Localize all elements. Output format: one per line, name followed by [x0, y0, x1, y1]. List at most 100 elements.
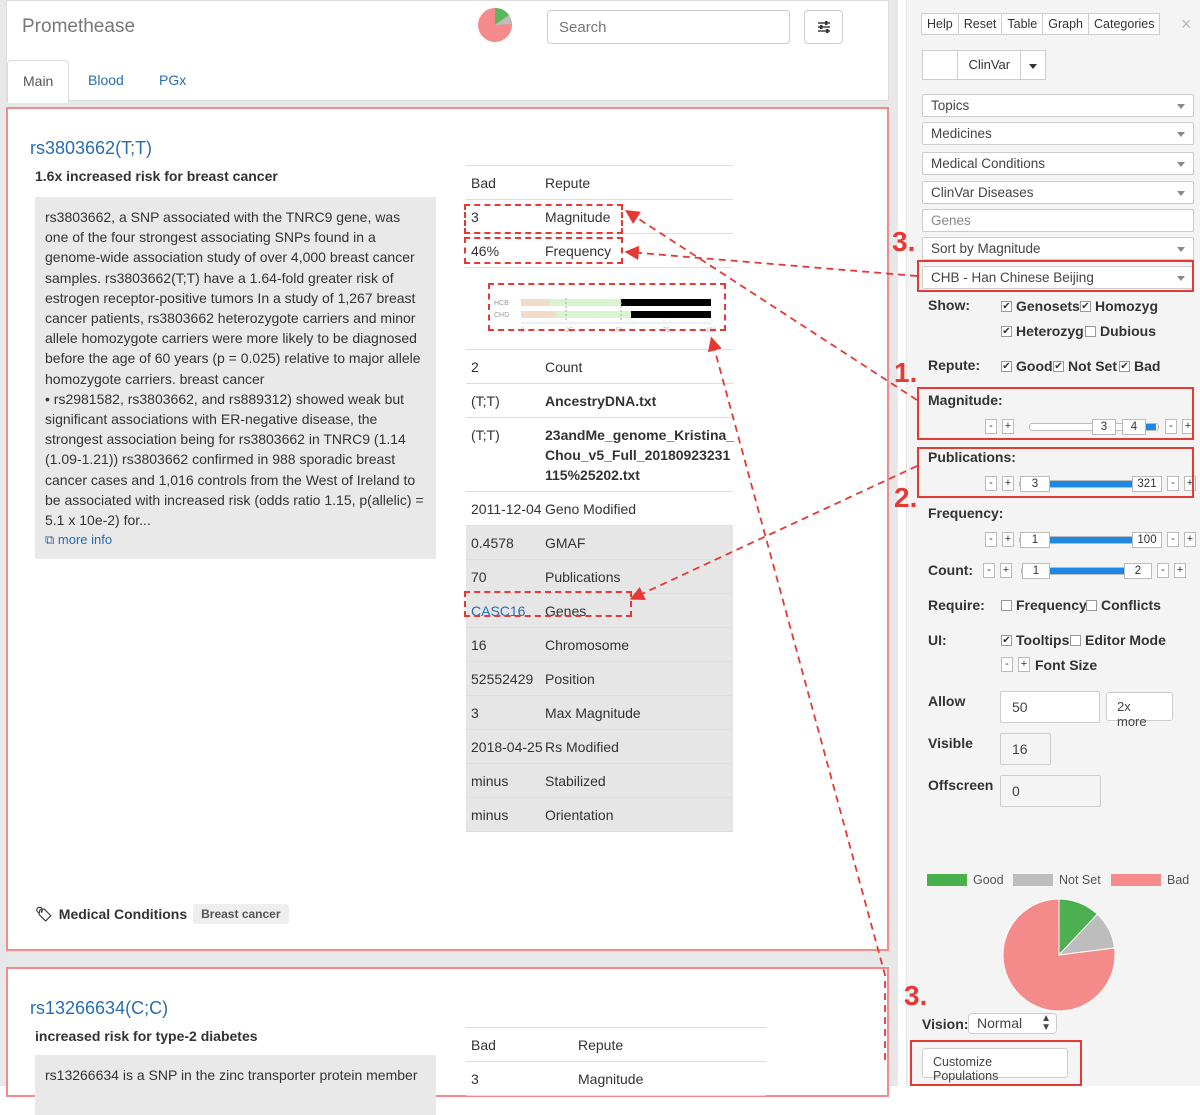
snp-card: rs13266634(C;C) increased risk for type-… — [6, 967, 889, 1115]
graph-button[interactable]: Graph — [1042, 13, 1090, 35]
count-track[interactable]: 1 2 — [1021, 562, 1152, 579]
settings-button[interactable] — [804, 10, 843, 44]
more-info-label: more info — [57, 532, 113, 548]
repute-notset-checkbox[interactable]: ✔ Not Set — [1053, 358, 1117, 374]
cell-key: Publications — [545, 569, 621, 585]
filter-all-button[interactable]: All — [922, 50, 959, 80]
require-frequency-checkbox[interactable]: Frequency — [1001, 597, 1087, 613]
snp-title[interactable]: rs3803662(T;T) — [30, 138, 152, 159]
tag-row: 🏷 Medical Conditions Breast cancer — [35, 904, 289, 924]
font-increase-button[interactable]: + — [1018, 657, 1030, 672]
checkbox-unchecked-icon — [1070, 634, 1081, 646]
tab-blood[interactable]: Blood — [73, 60, 139, 102]
frequency-track[interactable]: 1 100 — [1019, 531, 1162, 548]
annotation-box-frequency — [464, 237, 623, 264]
table-row: Bad Repute — [466, 1028, 766, 1062]
filter-clinvar-button[interactable]: ClinVar — [957, 50, 1022, 80]
increment-button[interactable]: + — [1000, 563, 1012, 578]
cell-key: Rs Modified — [545, 739, 619, 755]
show-homozyg-checkbox[interactable]: ✔ Homozyg — [1080, 298, 1158, 314]
snp-summary: rs3803662, a SNP associated with the TNR… — [35, 197, 436, 559]
dropdown-label: Medicines — [931, 126, 992, 141]
search-input[interactable] — [547, 10, 790, 44]
topics-dropdown[interactable]: Topics — [922, 94, 1194, 117]
sliders-icon — [817, 21, 830, 33]
tag-breast-cancer[interactable]: Breast cancer — [193, 904, 289, 924]
show-dubious-checkbox[interactable]: Dubious — [1085, 323, 1156, 339]
clinvar-diseases-dropdown[interactable]: ClinVar Diseases — [922, 181, 1194, 204]
table-button[interactable]: Table — [1001, 13, 1044, 35]
count-slider[interactable]: - + 1 2 - + — [983, 562, 1191, 579]
ui-tooltips-checkbox[interactable]: ✔ Tooltips — [1001, 632, 1069, 648]
allow-input[interactable]: 50 — [1000, 691, 1100, 723]
tag-category-label: Medical Conditions — [58, 906, 188, 922]
more-button[interactable]: 2x more — [1106, 692, 1173, 729]
chevron-down-icon — [1177, 104, 1185, 109]
categories-button[interactable]: Categories — [1088, 13, 1161, 35]
increment-button[interactable]: + — [1174, 563, 1186, 578]
frequency-slider[interactable]: - + 1 100 - + — [985, 531, 1200, 548]
reset-button[interactable]: Reset — [957, 13, 1003, 35]
tab-pgx[interactable]: PGx — [144, 60, 201, 102]
checkbox-label: Editor Mode — [1085, 632, 1166, 648]
checkbox-checked-icon: ✔ — [1001, 325, 1012, 337]
help-button[interactable]: Help — [921, 13, 959, 35]
top-navbar: Promethease Main Blood PGx — [6, 0, 889, 103]
frequency-label: Frequency: — [928, 505, 1004, 521]
summary-text-2: • rs2981582, rs3803662, and rs889312) sh… — [45, 390, 424, 529]
table-row: (T;T) 23andMe_genome_Kristina_ Chou_v5_Fu… — [466, 418, 734, 492]
ui-editor-mode-checkbox[interactable]: Editor Mode — [1070, 632, 1166, 648]
show-label: Show: — [928, 297, 970, 313]
require-label: Require: — [928, 597, 985, 613]
cell-value: 3 — [471, 1071, 479, 1087]
app-title[interactable]: Promethease — [22, 16, 135, 38]
table-row: 2 Count — [466, 350, 733, 384]
offscreen-label: Offscreen — [928, 777, 994, 793]
medical-conditions-dropdown[interactable]: Medical Conditions — [922, 152, 1194, 175]
increment-button[interactable]: + — [1184, 532, 1196, 547]
close-icon[interactable]: × — [1181, 14, 1192, 35]
decrement-button[interactable]: - — [1157, 563, 1169, 578]
checkbox-label: Dubious — [1100, 323, 1156, 339]
repute-bad-checkbox[interactable]: ✔ Bad — [1119, 358, 1160, 374]
cell-value: 52552429 — [471, 671, 534, 687]
annotation-box-publications-slider — [917, 447, 1194, 498]
cell-value: 2 — [471, 359, 479, 375]
repute-good-checkbox[interactable]: ✔ Good — [1001, 358, 1053, 374]
slider-max-value[interactable]: 2 — [1124, 562, 1152, 579]
decrement-button[interactable]: - — [983, 563, 995, 578]
checkbox-unchecked-icon — [1085, 325, 1096, 337]
repute-pie-chart[interactable] — [1001, 897, 1117, 1013]
more-info-link[interactable]: ⧉ more info — [45, 530, 426, 550]
snp-title[interactable]: rs13266634(C;C) — [30, 998, 168, 1019]
slider-max-value[interactable]: 100 — [1132, 531, 1162, 548]
main-area: Promethease Main Blood PGx rs3803662(T;T… — [0, 0, 898, 1115]
slider-min-value[interactable]: 1 — [1020, 531, 1050, 548]
summary-text: rs13266634 is a SNP in the zinc transpor… — [45, 1067, 418, 1083]
cell-key: Orientation — [545, 807, 614, 823]
show-genosets-checkbox[interactable]: ✔ Genosets — [1001, 298, 1080, 314]
sort-dropdown[interactable]: Sort by Magnitude — [922, 237, 1194, 260]
decrement-button[interactable]: - — [985, 532, 997, 547]
annotation-number: 3. — [892, 226, 916, 257]
legend-swatch — [1111, 874, 1161, 886]
checkbox-checked-icon: ✔ — [1001, 634, 1012, 646]
require-conflicts-checkbox[interactable]: Conflicts — [1086, 597, 1161, 613]
vision-select[interactable]: Normal ▲ ▼ — [968, 1013, 1057, 1034]
cell-value: 0.4578 — [471, 535, 514, 551]
genes-input[interactable]: Genes — [922, 209, 1194, 232]
medicines-dropdown[interactable]: Medicines — [922, 122, 1194, 145]
chevron-down-icon — [1177, 162, 1185, 167]
allow-label: Allow — [928, 693, 966, 709]
checkbox-label: Genosets — [1016, 298, 1080, 314]
increment-button[interactable]: + — [1002, 532, 1014, 547]
filter-dropdown-button[interactable] — [1020, 50, 1047, 80]
cell-value: minus — [471, 807, 509, 823]
slider-min-value[interactable]: 1 — [1022, 562, 1050, 579]
legend-label: Not Set — [1059, 873, 1101, 887]
tab-main[interactable]: Main — [7, 60, 69, 103]
decrement-button[interactable]: - — [1167, 532, 1179, 547]
annotation-box-magnitude — [464, 204, 623, 234]
show-heterozyg-checkbox[interactable]: ✔ Heterozyg — [1001, 323, 1084, 339]
font-decrease-button[interactable]: - — [1001, 657, 1013, 672]
